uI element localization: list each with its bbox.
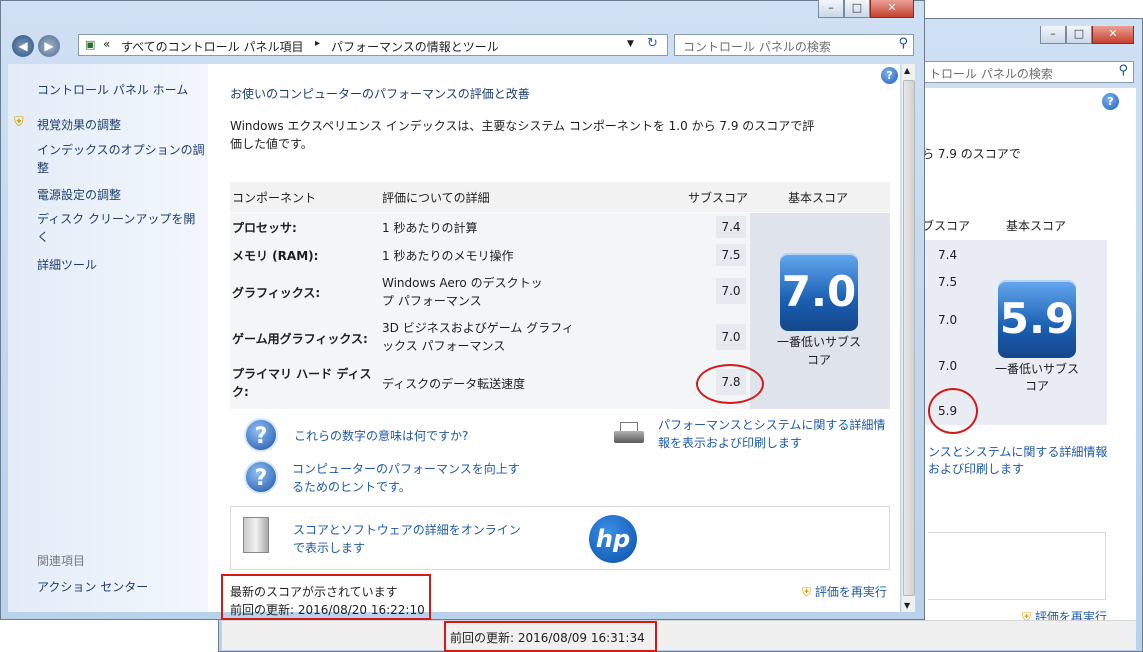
row-component: プロセッサ: (232, 221, 297, 235)
row-detail: 1 秒あたりのメモリ操作 (382, 249, 514, 263)
main-content: お使いのコンピューターのパフォーマンスの評価と改善 Windows エクスペリエ… (208, 64, 900, 617)
col-detail: 評価についての詳細 (382, 191, 490, 205)
maximize-button[interactable]: □ (1066, 26, 1092, 44)
vertical-scrollbar[interactable]: ▲ ▼ (901, 64, 915, 612)
control-panel-icon: ▣ (85, 38, 96, 51)
row-component: グラフィックス: (232, 286, 321, 300)
close-button[interactable]: ✕ (1092, 26, 1134, 44)
help-question-icon: ? (244, 460, 278, 494)
base-score-caption: 一番低いサブスコア (776, 335, 861, 367)
online-details-link[interactable]: スコアとソフトウェアの詳細をオンラインで表示します (293, 521, 523, 557)
minimize-button[interactable]: – (818, 0, 844, 18)
scroll-up-arrow[interactable]: ▲ (904, 66, 910, 75)
close-button[interactable]: ✕ (870, 0, 914, 18)
back-nav-button[interactable]: ◀ (12, 35, 34, 57)
minimize-button[interactable]: – (1040, 26, 1066, 44)
col-component: コンポーネント (232, 191, 317, 205)
front-highlight-box (221, 574, 431, 620)
search-placeholder: コントロール パネルの検索 (683, 40, 831, 54)
overflow-chevron-icon[interactable]: « (103, 37, 110, 51)
front-window: – □ ✕ ◀ ▶ ▣ « すべてのコントロール パネル項目 ▸ パフォーマンス… (0, 0, 925, 620)
row-detail: Windows Aero のデスクトップ パフォーマンス (382, 276, 543, 308)
base-score-badge: 7.0 (780, 253, 858, 331)
back-search-placeholder: トロール パネルの検索 (929, 67, 1053, 81)
page-heading: お使いのコンピューターのパフォーマンスの評価と改善 (230, 87, 530, 101)
row-subscore: 7.5 (716, 244, 746, 266)
col-subscore: サブスコア (688, 191, 749, 205)
back-subscore: 7.0 (938, 359, 958, 373)
row-detail: 1 秒あたりの計算 (382, 221, 478, 235)
software-box-icon (243, 517, 269, 553)
printer-icon (614, 422, 646, 446)
what-numbers-link[interactable]: これらの数字の意味は何ですか? (294, 427, 468, 444)
search-icon: ⚲ (1118, 63, 1128, 78)
sidebar-item-visual-effects[interactable]: 視覚効果の調整 (37, 116, 121, 133)
rerun-assessment[interactable]: ⛨ 評価を再実行 (802, 583, 887, 600)
breadcrumb-separator-icon: ▸ (315, 38, 321, 49)
maximize-button[interactable]: □ (844, 0, 870, 18)
row-component: メモリ (RAM): (232, 249, 319, 263)
sidebar-item-advanced-tools[interactable]: 詳細ツール (37, 256, 97, 273)
print-details-link[interactable]: パフォーマンスとシステムに関する詳細情報を表示および印刷します (658, 416, 896, 452)
back-desc-fragment: ら 7.9 のスコアで (922, 147, 1021, 161)
back-base-score-badge: 5.9 (998, 280, 1076, 358)
sidebar-item-action-center[interactable]: アクション センター (37, 578, 148, 595)
sidebar-item-disk-cleanup[interactable]: ディスク クリーンアップを開く (37, 210, 205, 246)
row-subscore: 7.4 (716, 216, 746, 238)
back-print-details-link[interactable]: ンスとシステムに関する詳細情報および印刷します (928, 444, 1114, 478)
sidebar: コントロール パネル ホーム ⛨ 視覚効果の調整 インデックスのオプションの調整… (8, 64, 208, 612)
related-heading: 関連項目 (37, 554, 86, 568)
back-subscore: 7.4 (938, 248, 958, 262)
refresh-icon[interactable]: ↻ (647, 36, 658, 51)
address-bar[interactable]: ▣ « すべてのコントロール パネル項目 ▸ パフォーマンスの情報とツール ▼ … (78, 34, 668, 56)
shield-icon: ⛨ (14, 115, 24, 130)
back-col-basescore: 基本スコア (1006, 219, 1067, 233)
help-icon[interactable]: ? (881, 67, 898, 84)
row-component: ゲーム用グラフィックス: (232, 332, 368, 346)
breadcrumb-root[interactable]: すべてのコントロール パネル項目 (121, 38, 304, 55)
rerun-label[interactable]: 評価を再実行 (815, 585, 887, 599)
search-field[interactable]: コントロール パネルの検索 ⚲ (674, 34, 914, 56)
hp-logo-text: hp (595, 525, 631, 553)
back-subscore: 7.0 (938, 313, 958, 327)
breadcrumb-current[interactable]: パフォーマンスの情報とツール (331, 38, 499, 55)
row-detail: ディスクのデータ転送速度 (382, 377, 526, 391)
row-subscore: 7.0 (716, 324, 746, 350)
tips-link[interactable]: コンピューターのパフォーマンスを向上するためのヒントです。 (292, 460, 522, 496)
chevron-down-icon[interactable]: ▼ (627, 39, 634, 49)
sidebar-item-index-options[interactable]: インデックスのオプションの調整 (37, 141, 205, 177)
back-highlight-box (444, 621, 657, 652)
page-description: Windows エクスペリエンス インデックスは、主要なシステム コンポーネント… (230, 119, 815, 151)
scroll-thumb[interactable] (903, 80, 915, 596)
hp-logo: hp (589, 515, 637, 563)
help-question-icon: ? (244, 418, 278, 452)
col-basescore: 基本スコア (788, 191, 849, 205)
scroll-down-arrow[interactable]: ▼ (904, 601, 910, 610)
shield-icon: ⛨ (802, 585, 812, 599)
back-col-subscore: ブスコア (922, 219, 971, 233)
front-highlight-circle (696, 364, 764, 404)
help-icon[interactable]: ? (1102, 93, 1119, 110)
score-table: プロセッサ: 1 秒あたりの計算 7.4 メモリ (RAM): 1 秒あたりのメ… (230, 213, 890, 409)
back-base-caption: 一番低いサブスコア (994, 362, 1079, 393)
row-subscore: 7.0 (716, 278, 746, 304)
back-online-box (928, 532, 1106, 600)
forward-nav-button[interactable]: ▶ (38, 35, 60, 57)
row-detail: 3D ビジネスおよびゲーム グラフィックス パフォーマンス (382, 321, 574, 353)
back-highlight-circle (928, 388, 978, 434)
search-icon: ⚲ (898, 36, 908, 51)
back-search-field[interactable]: トロール パネルの検索 ⚲ (922, 61, 1134, 83)
back-status-bar: 前回の更新: 2016/08/09 16:31:34 (222, 620, 1136, 650)
sidebar-home-link[interactable]: コントロール パネル ホーム (37, 81, 188, 98)
row-component: プライマリ ハード ディスク: (232, 367, 372, 399)
sidebar-item-power-settings[interactable]: 電源設定の調整 (37, 186, 121, 203)
back-subscore: 7.5 (938, 275, 958, 289)
online-box: スコアとソフトウェアの詳細をオンラインで表示します hp (230, 506, 890, 570)
